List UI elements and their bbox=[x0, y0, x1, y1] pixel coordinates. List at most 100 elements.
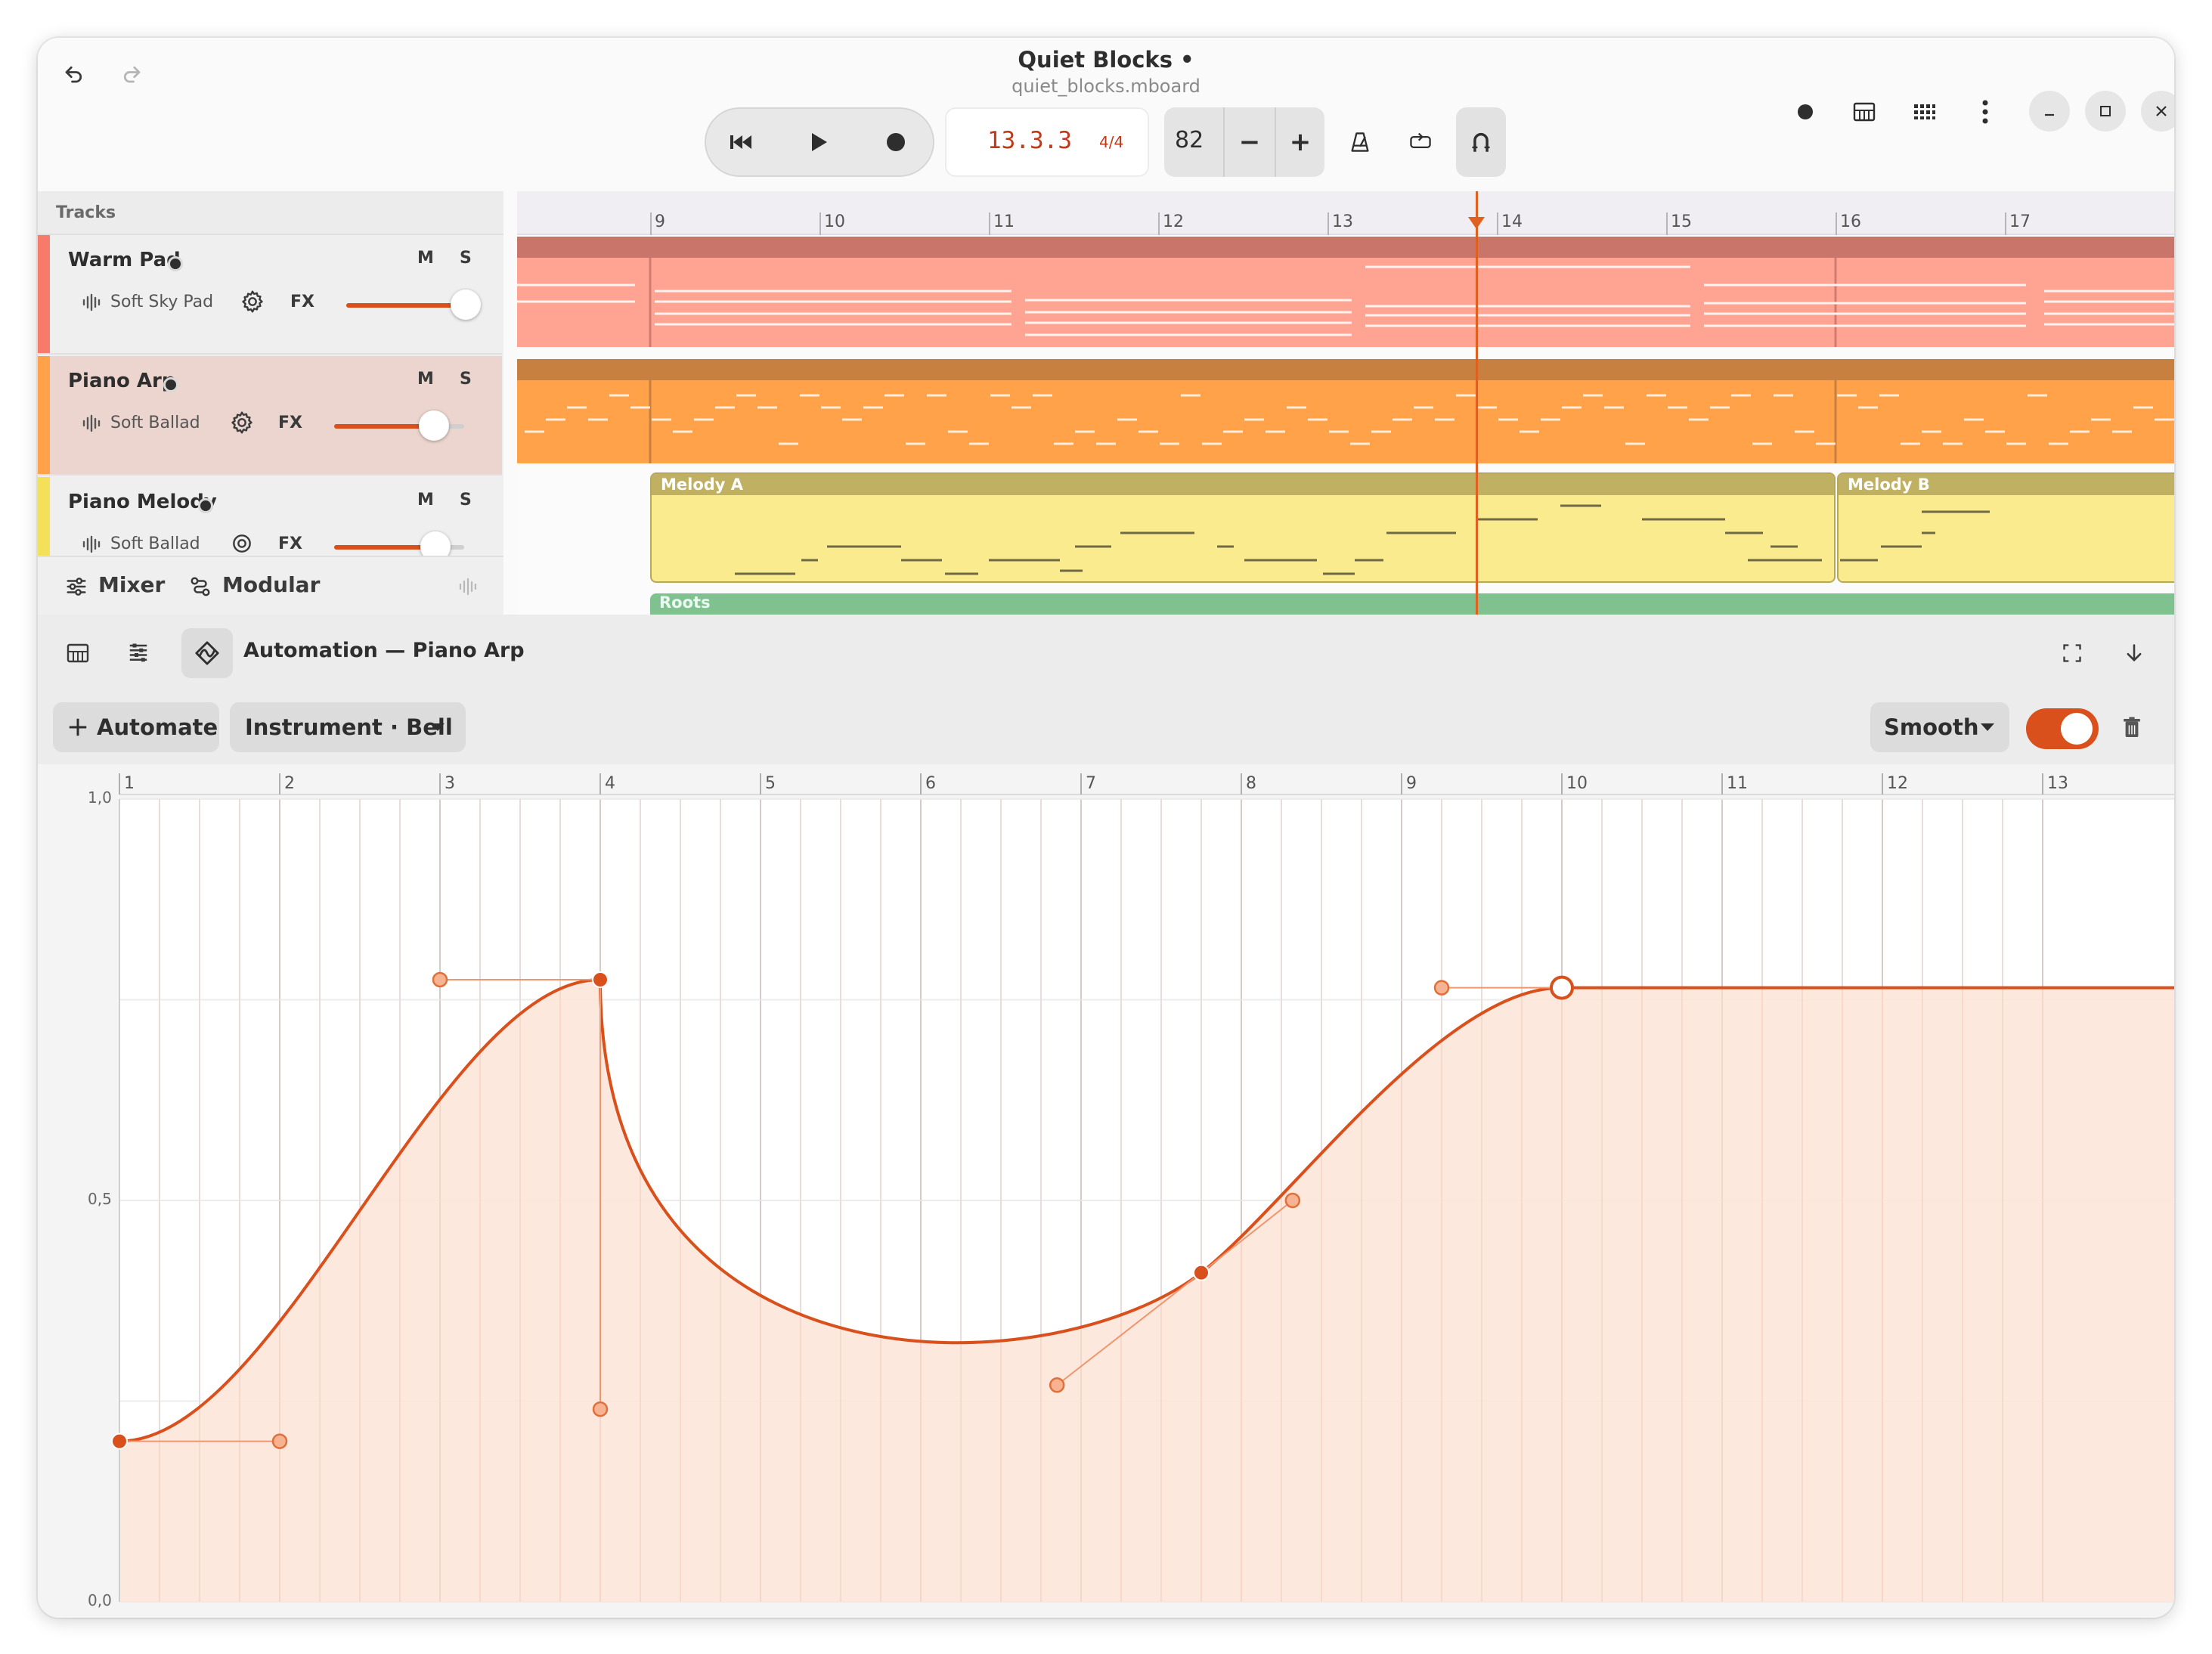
volume-slider[interactable] bbox=[346, 290, 481, 320]
fullscreen-icon[interactable] bbox=[2055, 636, 2090, 671]
automation-ruler[interactable] bbox=[119, 764, 2174, 794]
mixer-button[interactable]: Mixer bbox=[98, 572, 165, 597]
ruler-bar-label: 7 bbox=[1086, 774, 1096, 793]
tracks-header-label: Tracks bbox=[56, 203, 116, 222]
gear-icon[interactable] bbox=[230, 410, 254, 435]
volume-slider-fill bbox=[334, 424, 432, 429]
close-icon[interactable] bbox=[2141, 91, 2174, 132]
grid-icon[interactable] bbox=[1904, 91, 1946, 133]
tempo-increase-button[interactable]: + bbox=[1276, 107, 1324, 177]
record-dot-icon[interactable] bbox=[1784, 91, 1826, 133]
volume-slider-knob[interactable] bbox=[419, 410, 449, 441]
track-piano-melody[interactable]: Piano Melody M S Soft Ballad FX bbox=[38, 477, 502, 556]
clip-melody-a[interactable]: Melody A bbox=[650, 472, 1836, 583]
automate-button[interactable]: Automate bbox=[53, 702, 219, 752]
mixer-icon[interactable] bbox=[65, 575, 88, 598]
arrangement-view[interactable]: 9 10 11 12 13 14 15 16 17 Melody A Melod… bbox=[517, 191, 2174, 615]
bar-tick bbox=[1158, 212, 1160, 235]
clip-roots[interactable]: Roots bbox=[650, 593, 2174, 615]
record-arm-icon[interactable] bbox=[168, 256, 183, 271]
solo-button[interactable]: S bbox=[460, 491, 472, 510]
maximize-icon[interactable] bbox=[2085, 91, 2126, 132]
curve-mode-dropdown[interactable]: Smooth bbox=[1870, 702, 2009, 752]
bar-tick bbox=[1836, 212, 1837, 235]
clip-melody-b[interactable]: Melody B bbox=[1837, 472, 2174, 583]
more-vertical-icon[interactable] bbox=[1964, 91, 2006, 133]
track-piano-arp[interactable]: Piano Arp M S Soft Ballad FX bbox=[38, 356, 502, 475]
track-name[interactable]: Piano Arp bbox=[68, 370, 176, 392]
track-name[interactable]: Piano Melody bbox=[68, 491, 217, 513]
automation-curve-canvas[interactable]: 1 2 3 4 5 6 7 8 9 10 11 12 13 bbox=[38, 764, 2174, 1618]
volume-slider[interactable] bbox=[334, 410, 464, 441]
gear-icon[interactable] bbox=[240, 290, 265, 314]
parameter-dropdown[interactable]: Instrument · Bell bbox=[230, 702, 466, 752]
volume-slider-knob[interactable] bbox=[451, 290, 481, 320]
automation-point[interactable] bbox=[592, 971, 609, 988]
step-sequencer-icon[interactable] bbox=[121, 636, 156, 671]
loop-icon[interactable] bbox=[1396, 107, 1445, 177]
record-icon[interactable] bbox=[862, 109, 930, 175]
record-arm-icon[interactable] bbox=[198, 498, 213, 513]
mute-button[interactable]: M bbox=[417, 370, 434, 389]
automation-enable-toggle[interactable] bbox=[2026, 708, 2099, 749]
position-value: 13.3.3 bbox=[987, 127, 1072, 154]
instrument-name: Soft Ballad bbox=[110, 534, 200, 553]
skip-back-icon[interactable] bbox=[708, 109, 776, 175]
fx-button[interactable]: FX bbox=[278, 414, 302, 432]
play-icon[interactable] bbox=[785, 109, 853, 175]
trash-icon[interactable] bbox=[2115, 711, 2148, 745]
bezier-handle[interactable] bbox=[1284, 1192, 1301, 1209]
bezier-handle[interactable] bbox=[271, 1433, 288, 1449]
clip-warm-pad[interactable] bbox=[517, 237, 2174, 347]
waveform-icon[interactable] bbox=[458, 577, 479, 596]
minimize-icon[interactable] bbox=[2029, 91, 2070, 132]
fx-button[interactable]: FX bbox=[290, 293, 314, 311]
track-name[interactable]: Warm Pad bbox=[68, 249, 181, 271]
automation-icon[interactable] bbox=[181, 628, 233, 678]
bezier-handle[interactable] bbox=[1049, 1377, 1065, 1393]
tempo-value[interactable]: 82 bbox=[1175, 127, 1204, 153]
clip-piano-arp[interactable] bbox=[517, 359, 2174, 463]
bezier-handle[interactable] bbox=[432, 971, 448, 988]
header-bar: Quiet Blocks • quiet_blocks.mboard 13.3.… bbox=[38, 38, 2174, 191]
modular-button[interactable]: Modular bbox=[222, 572, 320, 597]
track-instrument[interactable]: Soft Ballad bbox=[82, 534, 200, 553]
automation-point[interactable] bbox=[111, 1433, 128, 1450]
volume-slider-knob[interactable] bbox=[420, 531, 451, 556]
tracks-header: Tracks bbox=[38, 191, 503, 235]
track-instrument[interactable]: Soft Ballad bbox=[82, 414, 200, 432]
modular-icon[interactable] bbox=[189, 575, 212, 598]
clip-notes bbox=[1840, 510, 1990, 562]
piano-roll-icon[interactable] bbox=[60, 636, 95, 671]
mute-button[interactable]: M bbox=[417, 491, 434, 510]
volume-slider[interactable] bbox=[334, 531, 464, 556]
tempo-decrease-button[interactable]: − bbox=[1225, 107, 1275, 177]
solo-button[interactable]: S bbox=[460, 249, 472, 268]
track-color-stripe bbox=[38, 477, 50, 556]
track-warm-pad[interactable]: Warm Pad M S Soft Sky Pad FX bbox=[38, 235, 502, 355]
playhead[interactable] bbox=[1476, 191, 1478, 615]
mute-button[interactable]: M bbox=[417, 249, 434, 268]
fx-button[interactable]: FX bbox=[278, 534, 302, 553]
automation-point[interactable] bbox=[1193, 1264, 1210, 1281]
bezier-handle[interactable] bbox=[1433, 980, 1450, 996]
instrument-name: Soft Ballad bbox=[110, 414, 200, 432]
gear-icon[interactable] bbox=[230, 531, 254, 556]
track-instrument[interactable]: Soft Sky Pad bbox=[82, 293, 213, 311]
bezier-handle[interactable] bbox=[592, 1401, 609, 1417]
curve-mode-label: Smooth bbox=[1884, 714, 1979, 740]
automation-toolbar: Automate Instrument · Bell Smooth bbox=[38, 690, 2174, 764]
playhead-marker[interactable] bbox=[1468, 217, 1485, 229]
position-display[interactable]: 13.3.3 4/4 bbox=[945, 107, 1149, 177]
piano-icon[interactable] bbox=[1843, 91, 1885, 133]
magnet-icon[interactable] bbox=[1456, 107, 1506, 177]
automation-point-selected[interactable] bbox=[1550, 975, 1574, 1000]
ruler-bar-label: 1 bbox=[124, 774, 135, 793]
automation-lane[interactable]: 1,0 0,5 0,0 1 2 3 4 5 6 7 8 9 10 11 12 13 bbox=[38, 764, 2174, 1618]
timeline-ruler[interactable]: 9 10 11 12 13 14 15 16 17 bbox=[517, 191, 2174, 235]
record-arm-icon[interactable] bbox=[163, 377, 178, 392]
arrow-down-icon[interactable] bbox=[2117, 636, 2152, 671]
solo-button[interactable]: S bbox=[460, 370, 472, 389]
editor-header: Automation — Piano Arp bbox=[38, 615, 2174, 690]
metronome-icon[interactable] bbox=[1335, 107, 1385, 177]
